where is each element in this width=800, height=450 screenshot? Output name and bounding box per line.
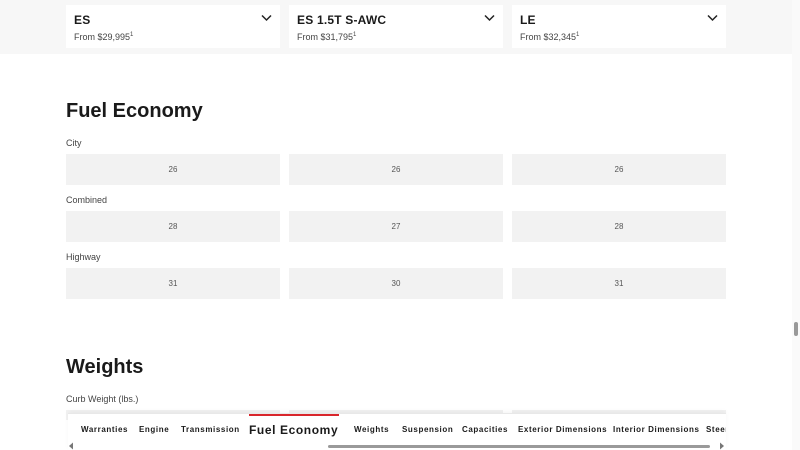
tab-capacities[interactable]: Capacities [462, 414, 508, 444]
spec-row-label-combined: Combined [66, 195, 108, 205]
spec-value-cell: 28 [66, 211, 280, 242]
spec-value-cell: 26 [289, 154, 503, 185]
trim-selector-bar: ES From $29,9951 ES 1.5T S-AWC From $31,… [0, 0, 792, 54]
chevron-down-icon[interactable] [707, 14, 718, 22]
trim-name: ES 1.5T S-AWC [297, 13, 387, 27]
tabbar-scrollbar[interactable] [68, 442, 726, 450]
spec-value-cell: 30 [289, 268, 503, 299]
tab-warranties[interactable]: Warranties [81, 414, 128, 444]
trim-price: From $31,7951 [297, 32, 357, 42]
trim-card-es-15t-s-awc[interactable]: ES 1.5T S-AWC From $31,7951 [289, 5, 503, 48]
spec-row-label-curb-weight: Curb Weight (lbs.) [66, 394, 139, 404]
spec-value-cell: 27 [289, 211, 503, 242]
trim-name: ES [74, 13, 91, 27]
trim-card-le[interactable]: LE From $32,3451 [512, 5, 726, 48]
weights-heading: Weights [66, 356, 144, 378]
tab-steering[interactable]: Steer [706, 414, 726, 444]
spec-row-label-highway: Highway [66, 252, 101, 262]
trim-name: LE [520, 13, 536, 27]
trim-card-es[interactable]: ES From $29,9951 [66, 5, 280, 48]
tab-fuel-economy[interactable]: Fuel Economy [249, 414, 339, 444]
page-scrollbar[interactable] [792, 0, 800, 450]
spec-row-label-city: City [66, 138, 82, 148]
tab-suspension[interactable]: Suspension [402, 414, 453, 444]
page-scrollbar-thumb[interactable] [794, 322, 798, 336]
spec-value-cell: 26 [66, 154, 280, 185]
tab-interior-dimensions[interactable]: Interior Dimensions [613, 414, 700, 444]
spec-value-cell: 31 [512, 268, 726, 299]
spec-value-cell: 31 [66, 268, 280, 299]
chevron-down-icon[interactable] [484, 14, 495, 22]
chevron-left-icon[interactable] [68, 442, 74, 450]
fuel-economy-heading: Fuel Economy [66, 100, 203, 122]
spec-value-cell: 26 [512, 154, 726, 185]
tabbar-scrollbar-thumb[interactable] [328, 445, 710, 448]
spec-value-cell: 28 [512, 211, 726, 242]
chevron-down-icon[interactable] [261, 14, 272, 22]
trim-price: From $32,3451 [520, 32, 580, 42]
trim-price: From $29,9951 [74, 32, 134, 42]
tab-weights[interactable]: Weights [354, 414, 389, 444]
tab-engine[interactable]: Engine [139, 414, 169, 444]
tab-transmission[interactable]: Transmission [181, 414, 240, 444]
chevron-right-icon[interactable] [719, 442, 725, 450]
tab-exterior-dimensions[interactable]: Exterior Dimensions [518, 414, 607, 444]
